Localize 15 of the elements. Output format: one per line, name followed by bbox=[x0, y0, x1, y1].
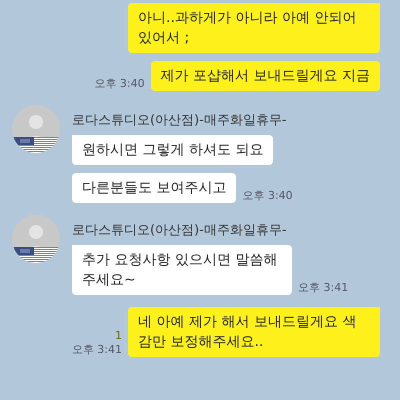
avatar[interactable] bbox=[12, 215, 60, 263]
message-bubble: 네 아예 제가 해서 보내드릴게요 색감만 보정해주세요.. bbox=[128, 307, 380, 357]
message-time: 오후 3:41 bbox=[72, 342, 122, 357]
message-time: 오후 3:40 bbox=[94, 76, 145, 91]
message-time: 오후 3:41 bbox=[298, 280, 348, 295]
message-time: 오후 3:40 bbox=[242, 188, 293, 203]
avatar[interactable] bbox=[12, 105, 60, 153]
message-bubble: 원하시면 그렇게 하셔도 되요 bbox=[72, 135, 274, 165]
message-bubble: 추가 요청사항 있으시면 말씀해주세요~ bbox=[72, 245, 292, 295]
message-bubble: 제가 포샵해서 보내드릴게요 지금 bbox=[150, 61, 380, 91]
message-bubble: 다른분들도 보여주시고 bbox=[72, 173, 236, 203]
sender-name: 로다스튜디오(아산점)-매주화일휴무- bbox=[72, 112, 287, 129]
message-bubble: 아니..과하게가 아니라 아예 안되어 있어서 ; bbox=[128, 3, 380, 53]
unread-count: 1 bbox=[115, 329, 122, 342]
sender-name: 로다스튜디오(아산점)-매주화일휴무- bbox=[72, 222, 287, 239]
